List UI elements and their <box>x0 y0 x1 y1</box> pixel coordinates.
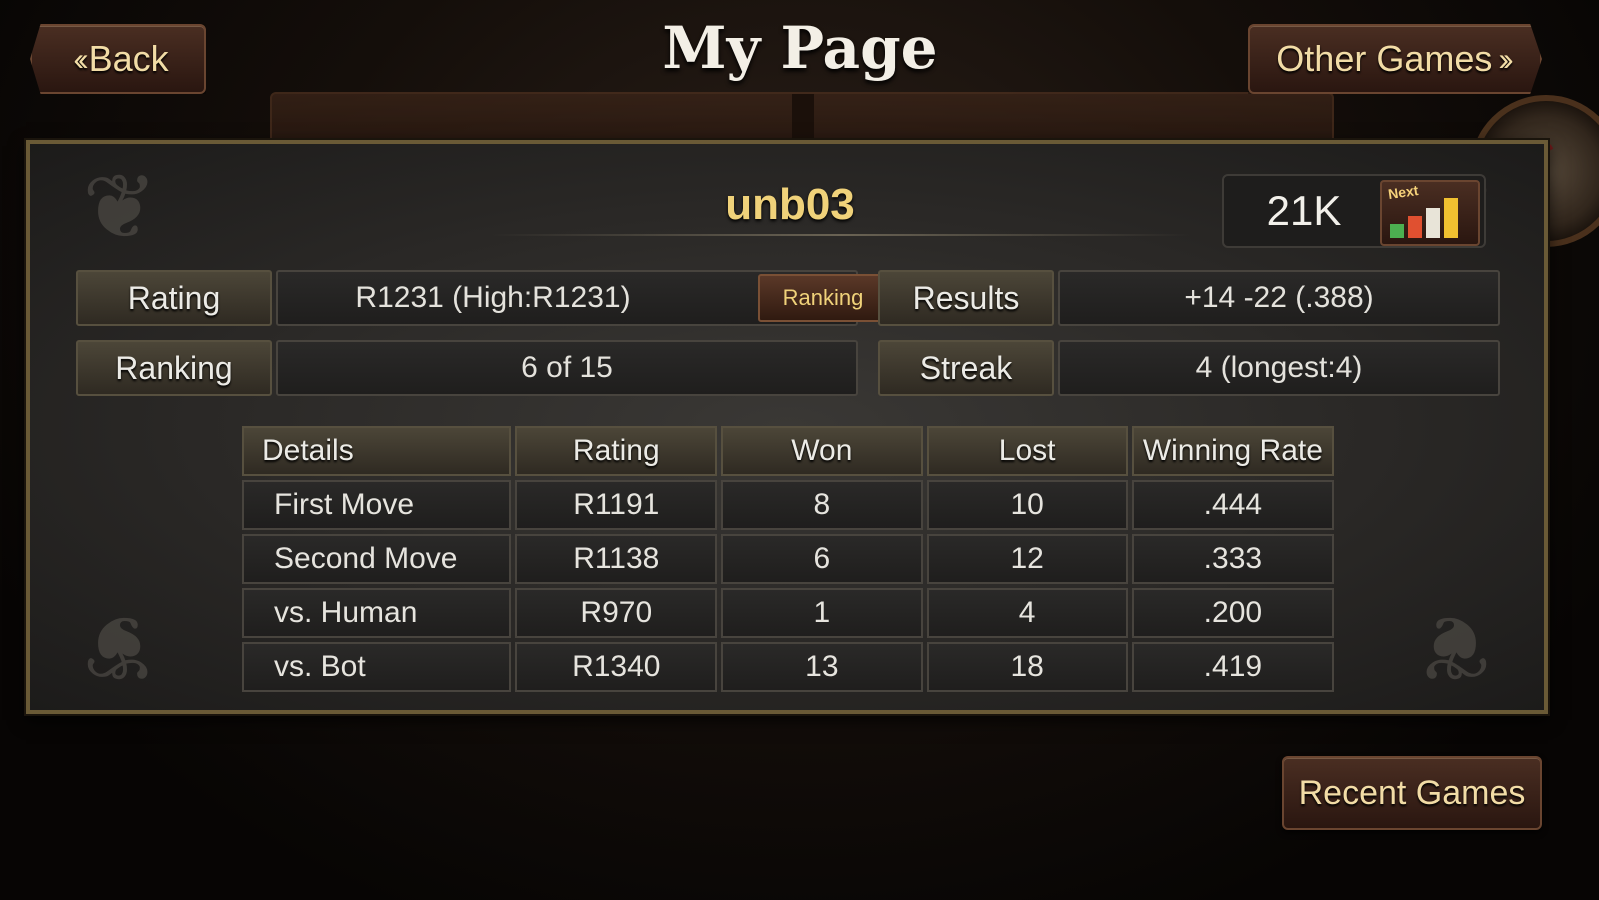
table-cell: 12 <box>926 534 1128 584</box>
table-header-won: Won <box>721 426 923 476</box>
username: unb03 <box>725 180 855 229</box>
table-header-lost: Lost <box>926 426 1128 476</box>
next-level-button[interactable]: Next <box>1380 180 1480 246</box>
table-cell: 13 <box>721 642 923 692</box>
table-header-details: Details <box>242 426 512 476</box>
rating-value: R1231 (High:R1231) <box>355 281 631 314</box>
streak-row: Streak 4 (longest:4) <box>878 340 1500 396</box>
table-cell: 18 <box>926 642 1128 692</box>
table-row: First Move R1191 8 10 .444 <box>242 480 1334 530</box>
table-row: vs. Bot R1340 13 18 .419 <box>242 642 1334 692</box>
next-label: Next <box>1387 181 1420 203</box>
profile-panel: ❦ ❦ ❦ ❦ unb03 21K Next Rating R1231 (Hig… <box>26 140 1548 714</box>
table-cell: R1191 <box>515 480 718 530</box>
table-cell: 8 <box>721 480 923 530</box>
table-cell: 6 <box>721 534 923 584</box>
table-header-row: Details Rating Won Lost Winning Rate <box>242 426 1334 476</box>
table-header-winning-rate: Winning Rate <box>1131 426 1334 476</box>
other-games-label: Other Games <box>1276 38 1493 79</box>
table-cell: R970 <box>515 588 718 638</box>
table-row: vs. Human R970 1 4 .200 <box>242 588 1334 638</box>
ranking-row: Ranking 6 of 15 <box>76 340 858 396</box>
table-cell: 1 <box>721 588 923 638</box>
results-label: Results <box>878 270 1054 326</box>
table-cell: First Move <box>242 480 512 530</box>
table-cell: R1340 <box>515 642 718 692</box>
ornament-corner-icon: ❦ <box>82 155 158 260</box>
recent-games-button[interactable]: Recent Games <box>1282 756 1542 830</box>
page-title: My Page <box>662 14 938 82</box>
table-cell: .200 <box>1131 588 1334 638</box>
back-button[interactable]: ‹‹ Back <box>30 24 206 94</box>
details-table: Details Rating Won Lost Winning Rate Fir… <box>238 422 1338 696</box>
ornament-corner-icon: ❦ <box>82 594 158 699</box>
results-row: Results +14 -22 (.388) <box>878 270 1500 326</box>
table-cell: R1138 <box>515 534 718 584</box>
table-header-rating: Rating <box>515 426 718 476</box>
table-cell: vs. Human <box>242 588 512 638</box>
table-cell: .444 <box>1131 480 1334 530</box>
ranking-button[interactable]: Ranking <box>758 274 888 322</box>
username-divider <box>490 234 1190 236</box>
table-row: Second Move R1138 6 12 .333 <box>242 534 1334 584</box>
rating-row: Rating R1231 (High:R1231) Ranking <box>76 270 888 326</box>
streak-label: Streak <box>878 340 1054 396</box>
table-cell: Second Move <box>242 534 512 584</box>
other-games-button[interactable]: Other Games ›› <box>1248 24 1542 94</box>
back-button-label: Back <box>88 38 169 79</box>
rating-label: Rating <box>76 270 272 326</box>
double-chevron-right-icon: ›› <box>1498 40 1514 77</box>
table-cell: 4 <box>926 588 1128 638</box>
ornament-corner-icon: ❦ <box>1416 594 1492 699</box>
ranking-label: Ranking <box>76 340 272 396</box>
table-cell: vs. Bot <box>242 642 512 692</box>
double-chevron-left-icon: ‹‹ <box>73 40 89 77</box>
table-cell: 10 <box>926 480 1128 530</box>
streak-value: 4 (longest:4) <box>1058 340 1500 396</box>
level-box: 21K Next <box>1222 174 1486 248</box>
table-cell: .333 <box>1131 534 1334 584</box>
results-value: +14 -22 (.388) <box>1058 270 1500 326</box>
ranking-value: 6 of 15 <box>276 340 858 396</box>
my-page-screen: ‹‹ Back My Page Other Games ›› ❦ ❦ ❦ ❦ u… <box>0 0 1599 900</box>
level-value: 21K <box>1266 187 1342 234</box>
table-cell: .419 <box>1131 642 1334 692</box>
